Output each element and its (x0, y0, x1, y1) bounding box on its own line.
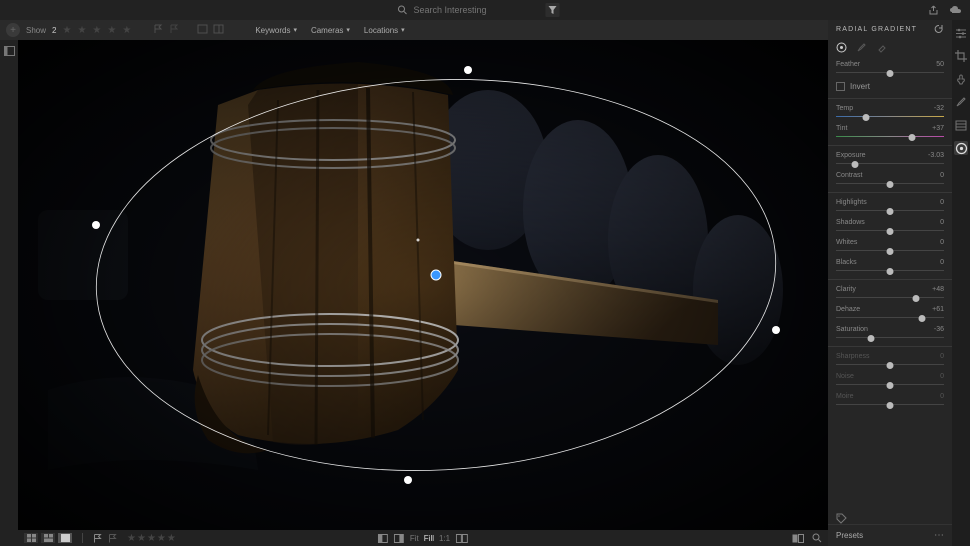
compare-left-icon[interactable] (378, 534, 388, 543)
exposure-slider[interactable]: Exposure-3.03 (828, 149, 952, 169)
rate-star-2[interactable]: ★ (137, 533, 146, 544)
highlights-slider[interactable]: Highlights0 (828, 196, 952, 216)
filter-icon[interactable] (546, 3, 560, 17)
grid-view-button[interactable] (24, 533, 38, 543)
saturation-slider[interactable]: Saturation-36 (828, 323, 952, 343)
flag-pick-bottom-icon[interactable] (93, 534, 102, 543)
tint-slider[interactable]: Tint+37 (828, 122, 952, 142)
photo-canvas[interactable] (18, 40, 828, 530)
crop-icon[interactable] (954, 49, 968, 63)
search-icon (398, 5, 408, 15)
brush-mask-icon[interactable] (856, 42, 868, 54)
photo-view-icon[interactable] (197, 24, 209, 36)
add-button[interactable]: + (6, 23, 20, 37)
blacks-slider[interactable]: Blacks0 (828, 256, 952, 276)
star-2[interactable]: ★ (77, 25, 86, 36)
rate-star-1[interactable]: ★ (127, 533, 136, 544)
oneone-button[interactable]: 1:1 (439, 534, 450, 543)
new-mask-icon[interactable] (836, 42, 848, 54)
filmstrip-view-button[interactable] (41, 533, 55, 543)
linear-gradient-icon[interactable] (954, 118, 968, 132)
flag-reject-icon[interactable] (169, 24, 181, 36)
cloud-icon[interactable] (949, 5, 962, 15)
contrast-slider[interactable]: Contrast0 (828, 169, 952, 189)
edit-sliders-icon[interactable] (954, 26, 968, 40)
locations-dropdown[interactable]: Locations▾ (364, 26, 405, 35)
show-label: Show (26, 26, 46, 35)
clarity-slider[interactable]: Clarity+48 (828, 283, 952, 303)
sharpness-slider[interactable]: Sharpness0 (828, 350, 952, 370)
brush-tool-icon[interactable] (954, 95, 968, 109)
shadows-slider[interactable]: Shadows0 (828, 216, 952, 236)
compare-right-icon[interactable] (394, 534, 404, 543)
flag-pick-icon[interactable] (153, 24, 165, 36)
rate-star-3[interactable]: ★ (147, 533, 156, 544)
temp-slider[interactable]: Temp-32 (828, 102, 952, 122)
star-1[interactable]: ★ (62, 25, 71, 36)
erase-mask-icon[interactable] (876, 42, 888, 54)
show-count: 2 (52, 26, 56, 35)
noise-slider[interactable]: Noise0 (828, 370, 952, 390)
detail-view-button[interactable] (58, 533, 72, 543)
cameras-dropdown[interactable]: Cameras▾ (311, 26, 350, 35)
split-view-icon[interactable] (456, 534, 468, 543)
whites-slider[interactable]: Whites0 (828, 236, 952, 256)
info-view-icon[interactable] (213, 24, 225, 36)
invert-label: Invert (850, 82, 870, 91)
reset-icon[interactable] (934, 24, 944, 34)
presets-menu-icon[interactable]: ⋯ (934, 530, 944, 541)
heal-icon[interactable] (954, 72, 968, 86)
star-5[interactable]: ★ (122, 25, 131, 36)
search-input[interactable] (414, 5, 534, 15)
fill-button[interactable]: Fill (424, 534, 434, 543)
moire-slider[interactable]: Moire0 (828, 390, 952, 410)
invert-checkbox[interactable] (836, 82, 845, 91)
share-icon[interactable] (928, 5, 939, 16)
star-3[interactable]: ★ (92, 25, 101, 36)
fit-button[interactable]: Fit (410, 534, 419, 543)
panel-title: RADIAL GRADIENT (836, 26, 917, 33)
zoom-icon[interactable] (812, 533, 822, 543)
tag-icon[interactable] (836, 513, 847, 524)
panel-toggle-icon[interactable] (4, 46, 15, 56)
keywords-dropdown[interactable]: Keywords▾ (255, 26, 297, 35)
feather-slider[interactable]: Feather50 (828, 58, 952, 78)
flag-reject-bottom-icon[interactable] (108, 534, 117, 543)
presets-button[interactable]: Presets (836, 531, 863, 540)
show-original-icon[interactable] (792, 534, 804, 543)
dehaze-slider[interactable]: Dehaze+61 (828, 303, 952, 323)
star-4[interactable]: ★ (107, 25, 116, 36)
radial-gradient-icon[interactable] (954, 141, 968, 155)
rate-star-5[interactable]: ★ (167, 533, 176, 544)
rate-star-4[interactable]: ★ (157, 533, 166, 544)
